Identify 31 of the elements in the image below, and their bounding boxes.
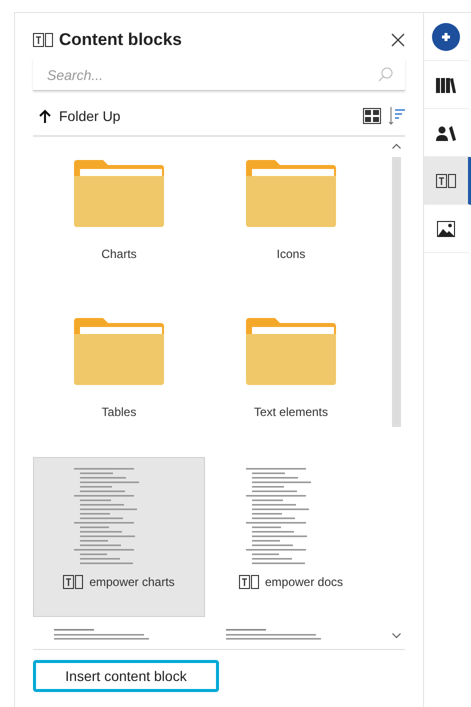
folder-icon — [246, 317, 336, 385]
scrollbar-thumb[interactable] — [392, 157, 401, 427]
search-field[interactable]: Search... — [33, 59, 406, 91]
text-block-icon — [63, 574, 84, 590]
folder-item[interactable]: Tables — [33, 295, 205, 453]
text-block-icon — [436, 172, 456, 188]
folder-icon — [74, 159, 164, 227]
insert-content-block-button[interactable]: Insert content block — [33, 660, 219, 692]
image-icon — [437, 220, 456, 236]
folder-item[interactable]: Text elements — [205, 295, 377, 453]
folder-item[interactable]: Charts — [33, 137, 205, 295]
content-block-item[interactable]: empower charts — [33, 457, 205, 617]
panel-title: Content blocks — [59, 30, 183, 50]
sort-button[interactable] — [389, 107, 406, 125]
grid-view-button[interactable] — [363, 108, 382, 124]
logo-icon — [432, 22, 460, 50]
up-arrow-icon — [39, 109, 51, 123]
close-button[interactable] — [391, 33, 406, 47]
folder-icon — [74, 317, 164, 385]
folder-up-button[interactable]: Folder Up — [33, 108, 356, 124]
folder-item[interactable]: Icons — [205, 137, 377, 295]
scroll-down-icon[interactable] — [392, 633, 401, 639]
search-icon — [378, 67, 394, 82]
sidebar-tab[interactable] — [424, 157, 471, 205]
content-block-item[interactable]: empower docs — [205, 457, 377, 617]
text-block-icon — [33, 32, 53, 48]
folder-icon — [246, 159, 336, 227]
text-block-icon — [238, 574, 259, 590]
person-with-books-icon — [436, 124, 456, 140]
books-icon — [436, 76, 456, 92]
scroll-up-icon[interactable] — [392, 143, 401, 149]
